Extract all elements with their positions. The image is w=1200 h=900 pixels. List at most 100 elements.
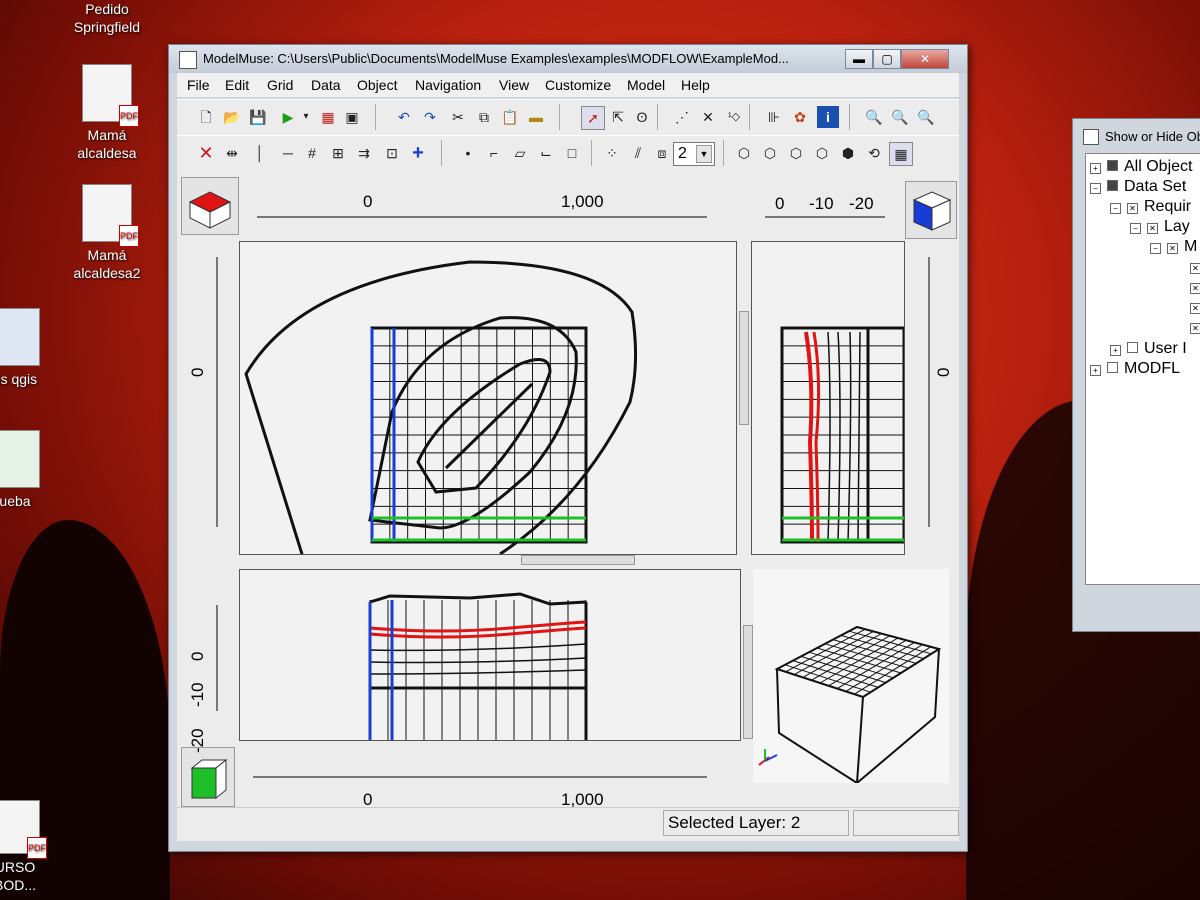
title-bar[interactable]: ModelMuse: C:\Users\Public\Documents\Mod… xyxy=(169,45,967,73)
open-folder-icon[interactable]: 📂 xyxy=(221,106,243,128)
generate-grid-icon[interactable]: # xyxy=(301,142,323,164)
vertical-splitter[interactable] xyxy=(739,311,749,425)
chevron-down-icon[interactable]: ▼ xyxy=(696,145,712,163)
grid-smooth-icon[interactable]: ⊡ xyxy=(381,142,403,164)
desktop-icon-mama-alcaldesa2[interactable]: PDF Mamá alcaldesa2 xyxy=(52,184,162,282)
desktop-icon-label: Mamá xyxy=(87,127,127,143)
desktop-icon-pedido[interactable]: Pedido Springfield xyxy=(52,0,162,36)
measure-icon[interactable]: ▬ xyxy=(525,106,547,128)
mesh-line xyxy=(854,646,932,695)
desktop-icon-prueba[interactable]: ueba xyxy=(0,430,70,510)
desktop-icon-mama-alcaldesa[interactable]: PDF Mamá alcaldesa xyxy=(52,64,162,162)
menu-object[interactable]: Object xyxy=(357,77,397,93)
cube-side-view-icon[interactable]: ⬡ xyxy=(785,142,807,164)
undo-icon[interactable]: ↶ xyxy=(393,106,415,128)
front-view-button[interactable] xyxy=(181,747,235,807)
show-grid-icon[interactable]: ▦ xyxy=(889,142,913,166)
tree-leaf[interactable]: ✕ xyxy=(1190,298,1200,316)
info-icon[interactable]: i xyxy=(817,106,839,128)
add-vertical-gridline-icon[interactable]: │ xyxy=(249,142,271,164)
delete-segment-icon[interactable]: ✕ xyxy=(697,106,719,128)
grid-spacing-icon[interactable]: ⊞ xyxy=(327,142,349,164)
select-vertex-icon[interactable]: ⇱ xyxy=(607,106,629,128)
hierarchy-icon[interactable]: ⊪ xyxy=(763,106,785,128)
add-horizontal-gridline-icon[interactable]: ─ xyxy=(277,142,299,164)
redo-icon[interactable]: ↷ xyxy=(419,106,441,128)
add-object-icon[interactable]: + xyxy=(407,142,429,164)
desktop-icon-label: alcaldesa2 xyxy=(73,265,141,281)
cube-front-view-icon[interactable]: ⬡ xyxy=(759,142,781,164)
front-view-pane[interactable] xyxy=(239,569,741,741)
vertical-splitter-lower[interactable] xyxy=(743,625,753,739)
mesh-line xyxy=(856,626,940,650)
zoom-icon[interactable]: 🔍 xyxy=(863,106,885,128)
dropdown-arrow-icon[interactable]: ▾ xyxy=(295,106,317,128)
export-image-icon[interactable]: ▣ xyxy=(341,106,363,128)
top-view-cube-icon xyxy=(188,191,232,229)
create-straight-line-icon[interactable]: ⌙ xyxy=(535,142,557,164)
grid-color-icon[interactable]: ▦ xyxy=(317,106,339,128)
menu-grid[interactable]: Grid xyxy=(267,77,293,93)
object-toolbar: ✕ ⇹ │ ─ # ⊞ ⇉ ⊡ + • ⌐ ▱ ⌙ □ ⁘ ⫽ ⧈ 2 ▼ ⬡ … xyxy=(177,135,959,173)
rotate-3d-icon[interactable]: ⟲ xyxy=(863,142,885,164)
create-rectangle-icon[interactable]: □ xyxy=(561,142,583,164)
insert-point-icon[interactable]: ⋰ xyxy=(671,106,693,128)
zoom-in-icon[interactable]: 🔍 xyxy=(889,106,911,128)
show-hide-objects-window: Show or Hide Ob + All Object − Data Set − ✕… xyxy=(1072,118,1200,632)
tree-item-data-sets[interactable]: − Data Set xyxy=(1090,178,1186,196)
paste-icon[interactable]: 📋 xyxy=(499,106,521,128)
create-point-icon[interactable]: • xyxy=(457,142,479,164)
minimize-button[interactable]: ▬ xyxy=(845,49,873,69)
menu-edit[interactable]: Edit xyxy=(225,77,249,93)
tree-leaf[interactable]: ✕ xyxy=(1190,258,1200,276)
status-cell-extra xyxy=(853,810,959,836)
grid-refine-icon[interactable]: ⇉ xyxy=(353,142,375,164)
layer-select[interactable]: 2 ▼ xyxy=(673,142,715,166)
menu-file[interactable]: File xyxy=(187,77,210,93)
menu-help[interactable]: Help xyxy=(681,77,710,93)
zoom-out-icon[interactable]: 🔍 xyxy=(915,106,937,128)
tree-item-user-defined[interactable]: + User I xyxy=(1110,340,1187,358)
desktop-icon-qgis[interactable]: os qgis xyxy=(0,308,70,388)
side-ruler-label-minus20: -20 xyxy=(849,194,874,213)
desktop-icon-curso[interactable]: PDF URSO BOD... xyxy=(0,800,70,894)
save-icon[interactable]: 💾 xyxy=(247,106,269,128)
3d-view-pane[interactable] xyxy=(753,569,949,785)
menu-data[interactable]: Data xyxy=(311,77,341,93)
cube-outline-icon[interactable]: ⬡ xyxy=(811,142,833,164)
cut-icon[interactable]: ✂ xyxy=(447,106,469,128)
menu-view[interactable]: View xyxy=(499,77,529,93)
tree-item-layer[interactable]: − ✕ Lay xyxy=(1130,218,1190,236)
new-file-icon[interactable]: 🗋 xyxy=(195,106,217,128)
create-line-icon[interactable]: ⌐ xyxy=(483,142,505,164)
move-gridline-icon[interactable]: ⇹ xyxy=(221,142,243,164)
tree-item-model[interactable]: − ✕ M xyxy=(1150,238,1197,256)
dotted-grid-icon[interactable]: ⁘ xyxy=(601,142,623,164)
cube-solid-icon[interactable]: ⬢ xyxy=(837,142,859,164)
horizontal-splitter[interactable] xyxy=(521,555,635,565)
close-button[interactable]: ✕ xyxy=(901,49,949,69)
side-view-pane[interactable] xyxy=(751,241,906,555)
add-part-icon[interactable]: ¹◇ xyxy=(723,106,745,128)
side-view-button[interactable] xyxy=(905,181,957,239)
tree-leaf[interactable]: ✕ xyxy=(1190,318,1200,336)
top-view-pane[interactable] xyxy=(239,241,737,613)
cube-top-view-icon[interactable]: ⬡ xyxy=(733,142,755,164)
maximize-button[interactable]: ▢ xyxy=(873,49,901,69)
tree-leaf[interactable]: ✕ xyxy=(1190,278,1200,296)
tree-item-modflow[interactable]: + MODFL xyxy=(1090,360,1180,378)
tree-item-all-objects[interactable]: + All Object xyxy=(1090,158,1192,176)
diagonal-lines-icon[interactable]: ⫽ xyxy=(627,142,649,164)
menu-model[interactable]: Model xyxy=(627,77,665,93)
color-settings-icon[interactable]: ✿ xyxy=(789,106,811,128)
menu-customize[interactable]: Customize xyxy=(545,77,611,93)
select-arrow-icon[interactable]: ➚ xyxy=(581,106,605,130)
create-polygon-icon[interactable]: ▱ xyxy=(509,142,531,164)
lasso-icon[interactable]: ʘ xyxy=(631,106,653,128)
layer-stack-icon[interactable]: ⧈ xyxy=(651,142,673,164)
delete-gridline-icon[interactable]: ✕ xyxy=(195,142,217,164)
tree-item-required[interactable]: − ✕ Requir xyxy=(1110,198,1191,216)
copy-icon[interactable]: ⧉ xyxy=(473,106,495,128)
menu-navigation[interactable]: Navigation xyxy=(415,77,481,93)
top-view-button[interactable] xyxy=(181,177,239,235)
